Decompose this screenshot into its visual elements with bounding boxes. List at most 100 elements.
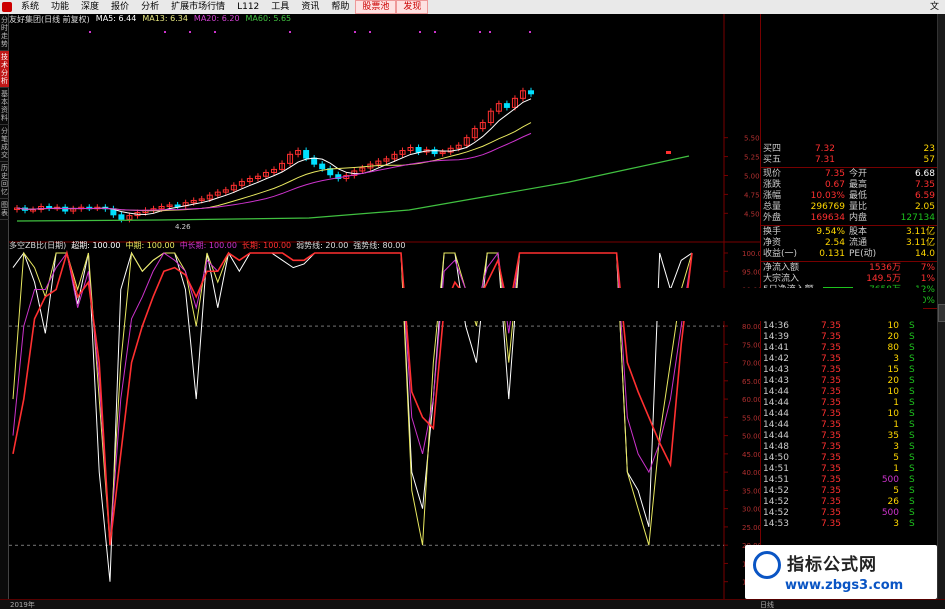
candle-body <box>503 103 510 108</box>
tick-price: 7.35 <box>820 398 841 408</box>
stat-value: 2.05 <box>914 202 935 212</box>
left-tab-1[interactable]: 技术分析 <box>0 51 9 88</box>
stat-label: 最高 <box>849 180 868 190</box>
osc-tick-label: 40.00 <box>742 469 760 477</box>
ask-row: 买四 7.32 23 <box>761 144 938 154</box>
osc-tick-label: 75.00 <box>742 341 760 349</box>
status-bar: 2019年 日线 <box>0 599 945 609</box>
tick-price: 7.35 <box>820 486 841 496</box>
menu-stock-pool[interactable]: 股票池 <box>355 0 397 14</box>
tick-volume: 20 <box>887 332 899 342</box>
kline-title: 友好集团(日线 前复权) <box>9 15 90 24</box>
left-tab-strip: 分时走势 技术分析 基本资料 分笔成交 历史回忆 图表 <box>0 14 9 599</box>
menu-extended-market[interactable]: 扩展市场行情 <box>165 0 231 14</box>
tick-time: 14:44 <box>763 398 789 408</box>
osc-tick-label: 95.00 <box>742 268 760 276</box>
menu-system[interactable]: 系统 <box>15 0 45 14</box>
tick-time: 14:51 <box>763 475 789 485</box>
tick-row: 14:43 7.35 15 S <box>761 365 938 375</box>
tick-price: 7.35 <box>820 321 841 331</box>
osc-tick-label: 80.00 <box>742 323 760 331</box>
menu-discover[interactable]: 发现 <box>396 0 429 14</box>
stat-row: 涨幅 10.03% 最低 6.59 <box>761 191 938 201</box>
stat-value: 14.0 <box>914 249 935 259</box>
menu-function[interactable]: 功能 <box>45 0 75 14</box>
tick-volume: 15 <box>887 365 899 375</box>
oscillator-title: 多空ZB比(日期) <box>9 241 67 250</box>
tick-row: 14:44 7.35 1 S <box>761 420 938 430</box>
tick-side: S <box>909 431 915 441</box>
scrollbar-thumb[interactable] <box>938 304 945 322</box>
tick-price: 7.35 <box>820 497 841 507</box>
menu-quote[interactable]: 报价 <box>105 0 135 14</box>
price-tick-label: 5.50 <box>744 135 760 143</box>
tick-side: S <box>909 409 915 419</box>
signal-marker <box>666 151 671 154</box>
osc-tick-label: 60.00 <box>742 396 760 404</box>
osc-tick-label: 50.00 <box>742 433 760 441</box>
tick-time: 14:44 <box>763 409 789 419</box>
price-tick-label: 4.75 <box>744 191 760 199</box>
stat-label: 量比 <box>849 202 868 212</box>
tick-price: 7.35 <box>820 354 841 364</box>
stat-row: 现价 7.35 今开 6.68 <box>761 169 938 179</box>
redaction-bar <box>325 288 923 321</box>
price-tick-label: 5.00 <box>744 172 760 180</box>
tick-side: S <box>909 343 915 353</box>
panel-divider <box>761 167 938 168</box>
menu-help[interactable]: 帮助 <box>325 0 355 14</box>
tick-time: 14:43 <box>763 365 789 375</box>
bottom-period-label: 日线 <box>760 601 774 609</box>
tick-time: 14:51 <box>763 464 789 474</box>
ma-legend-2: MA20: 6.20 <box>193 14 240 23</box>
tick-time: 14:52 <box>763 508 789 518</box>
menu-depth[interactable]: 深度 <box>75 0 105 14</box>
tick-price: 7.35 <box>820 475 841 485</box>
candle-body <box>46 206 53 209</box>
tick-price: 7.35 <box>820 519 841 529</box>
low-price-label: 4.26 <box>175 223 191 231</box>
tick-side: S <box>909 321 915 331</box>
tick-volume: 80 <box>887 343 899 353</box>
left-tab-2[interactable]: 基本资料 <box>0 88 9 125</box>
tick-time: 14:48 <box>763 442 789 452</box>
stat-label: 现价 <box>763 169 782 179</box>
signal-dot <box>89 31 91 33</box>
oscillator-param-4: 弱势线: 20.00 <box>296 241 349 250</box>
tick-volume: 10 <box>887 321 899 331</box>
candle-body <box>303 150 310 159</box>
left-tab-3[interactable]: 分笔成交 <box>0 125 9 162</box>
flow-label: 大宗流入 <box>763 274 800 284</box>
left-tab-5[interactable]: 图表 <box>0 199 9 220</box>
stat-row: 净资 2.54 流通 3.11亿 <box>761 238 938 248</box>
menu-tools[interactable]: 工具 <box>265 0 295 14</box>
osc-tick-label: 45.00 <box>742 451 760 459</box>
vertical-scrollbar[interactable] <box>937 14 945 599</box>
tick-volume: 10 <box>887 409 899 419</box>
oscillator-param-0: 超期: 100.00 <box>71 241 121 250</box>
tick-time: 14:36 <box>763 321 789 331</box>
tick-side: S <box>909 464 915 474</box>
tick-price: 7.35 <box>820 409 841 419</box>
tick-row: 14:52 7.35 26 S <box>761 497 938 507</box>
tick-side: S <box>909 365 915 375</box>
left-tab-0[interactable]: 分时走势 <box>0 14 9 51</box>
stat-value: 127134 <box>900 213 935 223</box>
left-tab-4[interactable]: 历史回忆 <box>0 162 9 199</box>
osc-tick-label: 35.00 <box>742 487 760 495</box>
stat-label: 最低 <box>849 191 868 201</box>
tick-side: S <box>909 442 915 452</box>
stat-label: 外盘 <box>763 213 782 223</box>
menu-analysis[interactable]: 分析 <box>135 0 165 14</box>
ask-row: 买五 7.31 57 <box>761 155 938 165</box>
stat-row: 收益(一) 0.131 PE(动) 14.0 <box>761 249 938 259</box>
tick-price: 7.35 <box>820 387 841 397</box>
stat-label: PE(动) <box>849 249 877 259</box>
tick-volume: 1 <box>893 420 899 430</box>
signal-dot <box>479 31 481 33</box>
menu-news[interactable]: 资讯 <box>295 0 325 14</box>
tick-volume: 35 <box>887 431 899 441</box>
menu-l112[interactable]: L112 <box>231 0 265 14</box>
watermark-logo-icon <box>753 551 781 579</box>
stat-value: 6.59 <box>914 191 935 201</box>
